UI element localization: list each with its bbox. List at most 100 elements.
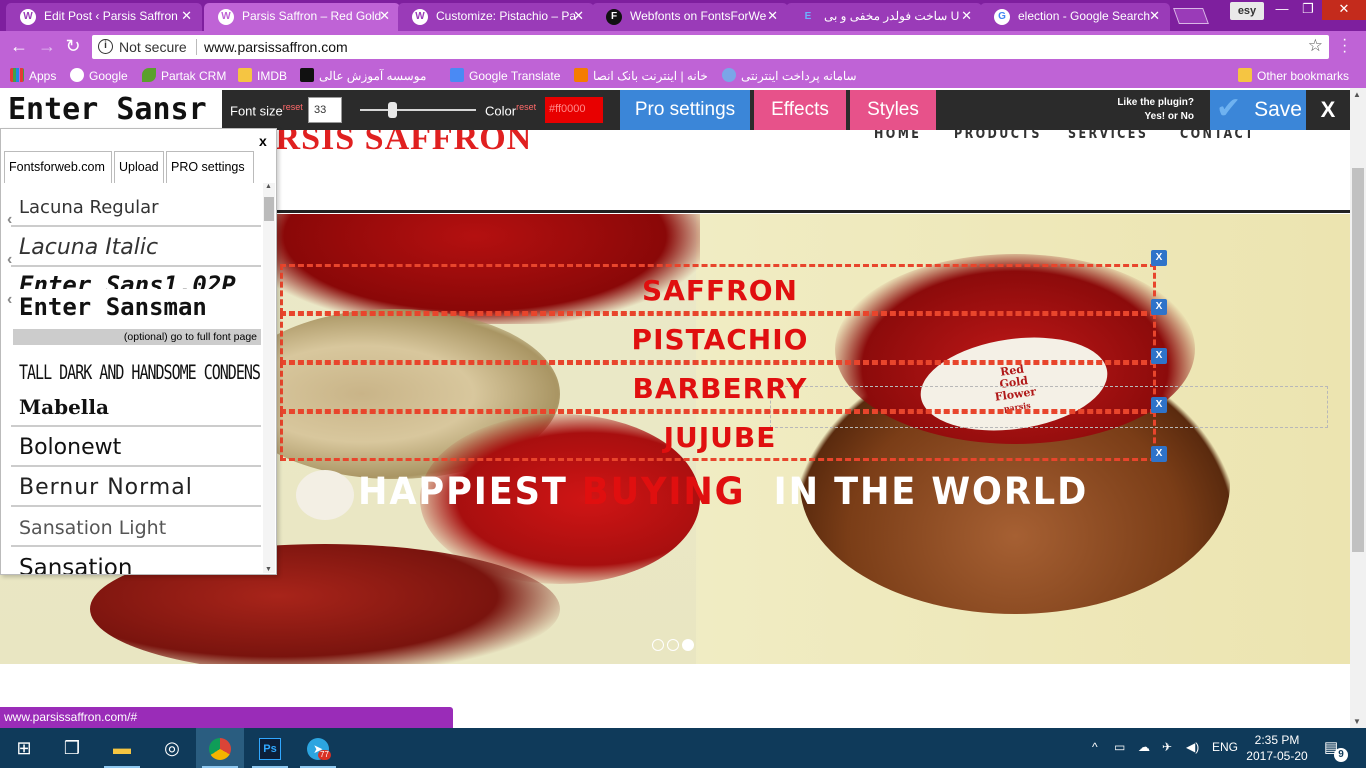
battery-icon[interactable]: ▭: [1114, 740, 1125, 754]
bookmark-label: Apps: [29, 69, 57, 83]
font-item-sansation-light[interactable]: Sansation Light: [11, 507, 261, 547]
save-button[interactable]: ✔ Save: [1210, 90, 1306, 130]
volume-icon[interactable]: ◀): [1186, 740, 1199, 754]
font-size-slider[interactable]: [360, 109, 476, 111]
file-explorer-icon[interactable]: ▬: [98, 728, 146, 768]
close-icon[interactable]: ✕: [961, 8, 972, 24]
close-icon[interactable]: ✕: [573, 8, 584, 24]
minimize-icon[interactable]: —: [1268, 0, 1296, 20]
font-list-scrollbar[interactable]: ▲ ▼: [263, 183, 275, 573]
font-item-mabella[interactable]: Mabella: [11, 387, 261, 427]
bookmark-google-translate[interactable]: Google Translate: [450, 68, 560, 83]
page-scrollbar[interactable]: ▲ ▼: [1350, 88, 1366, 728]
windows-start-icon[interactable]: ⊞: [0, 728, 48, 768]
tab-customize[interactable]: W Customize: Pistachio – Pa ✕: [398, 3, 594, 31]
close-plugin-button[interactable]: X: [1306, 90, 1350, 130]
color-reset[interactable]: reset: [516, 102, 536, 112]
remove-style-button[interactable]: X: [1151, 348, 1167, 364]
profile-button[interactable]: esy: [1230, 2, 1264, 20]
font-item-bolonewt[interactable]: Bolonewt: [11, 427, 261, 467]
bookmark-other[interactable]: Other bookmarks: [1238, 68, 1349, 83]
styles-button[interactable]: Styles: [850, 90, 936, 130]
cloud-icon[interactable]: ☁: [1138, 740, 1150, 754]
close-icon[interactable]: ✕: [1149, 8, 1160, 24]
font-size-slider-handle[interactable]: [388, 102, 397, 118]
remove-style-button[interactable]: X: [1151, 299, 1167, 315]
hero-word-jujube[interactable]: JUJUBE: [280, 421, 1160, 454]
security-label[interactable]: Not secure: [119, 39, 187, 55]
wordpress-icon: W: [412, 9, 428, 25]
font-size-reset[interactable]: reset: [283, 102, 303, 112]
restore-icon[interactable]: ❐: [1294, 0, 1322, 20]
scroll-thumb[interactable]: [1352, 168, 1364, 552]
system-clock[interactable]: 2:35 PM 2017-05-20: [1246, 732, 1308, 764]
remove-style-button[interactable]: X: [1151, 250, 1167, 266]
font-item-bernur-normal[interactable]: Bernur Normal: [11, 467, 261, 507]
scroll-down-icon[interactable]: ▼: [1353, 717, 1361, 726]
slider-dot[interactable]: [667, 639, 679, 651]
info-icon[interactable]: i: [98, 39, 113, 54]
font-item-enter-sans102p[interactable]: Enter Sans1.02P: [11, 267, 261, 289]
tab-edit-post[interactable]: W Edit Post ‹ Parsis Saffron ✕: [6, 3, 202, 31]
pro-settings-button[interactable]: Pro settings: [620, 90, 750, 130]
remove-style-button[interactable]: X: [1151, 397, 1167, 413]
tab-hidden-folder[interactable]: E ساخت فولدر مخفی و بی U ✕: [786, 3, 982, 31]
bookmark-google[interactable]: Google: [70, 68, 128, 83]
media-player-icon[interactable]: ◎: [148, 728, 196, 768]
new-tab-button[interactable]: [1173, 8, 1209, 24]
task-view-icon[interactable]: ❒: [48, 728, 96, 768]
status-bar: www.parsissaffron.com/#: [0, 707, 453, 728]
color-input[interactable]: #ff0000: [545, 97, 603, 123]
slider-dot-active[interactable]: [682, 639, 694, 651]
full-font-page-link[interactable]: (optional) go to full font page: [13, 329, 261, 345]
scroll-thumb[interactable]: [264, 197, 274, 221]
tab-fontsforweb[interactable]: F Webfonts on FontsForWe ✕: [592, 3, 788, 31]
tab-pro-settings[interactable]: PRO settings: [166, 151, 254, 183]
bookmark-imdb[interactable]: IMDB: [238, 68, 287, 83]
font-item-sansation[interactable]: Sansation: [11, 547, 261, 574]
address-bar[interactable]: i Not secure www.parsissaffron.com ☆: [92, 35, 1329, 59]
photoshop-icon[interactable]: Ps: [246, 728, 294, 768]
bookmark-partak-crm[interactable]: Partak CRM: [142, 68, 226, 83]
telegram-icon[interactable]: ➤ 77: [294, 728, 342, 768]
font-item-enter-sansman[interactable]: Enter Sansman: [11, 289, 261, 325]
menu-icon[interactable]: · · ·: [1342, 32, 1347, 60]
close-icon[interactable]: ✕: [181, 8, 192, 24]
font-size-input[interactable]: 33: [308, 97, 342, 123]
airplane-icon[interactable]: ✈: [1162, 740, 1172, 754]
close-panel-button[interactable]: x: [259, 133, 267, 149]
tab-google-search[interactable]: G election - Google Search ✕: [980, 3, 1170, 31]
reload-icon[interactable]: ↻: [62, 36, 84, 57]
language-indicator[interactable]: ENG: [1212, 740, 1238, 754]
scroll-up-icon[interactable]: ▲: [1353, 90, 1361, 99]
tab-upload[interactable]: Upload: [114, 151, 164, 183]
scroll-up-icon[interactable]: ▲: [265, 183, 272, 190]
bookmark-institute[interactable]: موسسه آموزش عالی: [300, 68, 426, 83]
effects-button[interactable]: Effects: [754, 90, 846, 130]
tab-fontsforweb[interactable]: Fontsforweb.com: [4, 151, 112, 183]
folder-icon: [238, 68, 252, 82]
bookmark-apps[interactable]: Apps: [10, 68, 56, 83]
slider-dot[interactable]: [652, 639, 664, 651]
chrome-icon[interactable]: [196, 728, 244, 768]
chevron-up-icon[interactable]: ^: [1092, 740, 1098, 754]
close-icon[interactable]: ✕: [379, 8, 390, 24]
back-icon[interactable]: ←: [8, 36, 30, 57]
window-close-icon[interactable]: ✕: [1322, 0, 1366, 20]
hero-word-barberry[interactable]: BARBERRY: [280, 372, 1160, 405]
remove-style-button[interactable]: X: [1151, 446, 1167, 462]
like-answers[interactable]: Yes! or No: [1145, 111, 1194, 122]
hero-word-pistachio[interactable]: PISTACHIO: [280, 323, 1160, 356]
bookmark-bank[interactable]: خانه | اینترنت بانک انصا: [574, 68, 708, 83]
font-item-lacuna-regular[interactable]: Lacuna Regular: [11, 187, 261, 227]
font-item-lacuna-italic[interactable]: Lacuna Italic: [11, 227, 261, 267]
scroll-down-icon[interactable]: ▼: [265, 566, 272, 573]
tab-parsis-saffron[interactable]: W Parsis Saffron – Red Gold ✕: [204, 3, 400, 31]
hero-word-saffron[interactable]: SAFFRON: [280, 274, 1160, 307]
star-icon[interactable]: ☆: [1308, 36, 1323, 56]
bookmark-label: سامانه پرداخت اینترنتی: [741, 69, 857, 83]
close-icon[interactable]: ✕: [767, 8, 778, 24]
url-text[interactable]: www.parsissaffron.com: [204, 39, 348, 55]
forward-icon[interactable]: →: [36, 36, 58, 57]
bookmark-payment[interactable]: سامانه پرداخت اینترنتی: [722, 68, 857, 83]
